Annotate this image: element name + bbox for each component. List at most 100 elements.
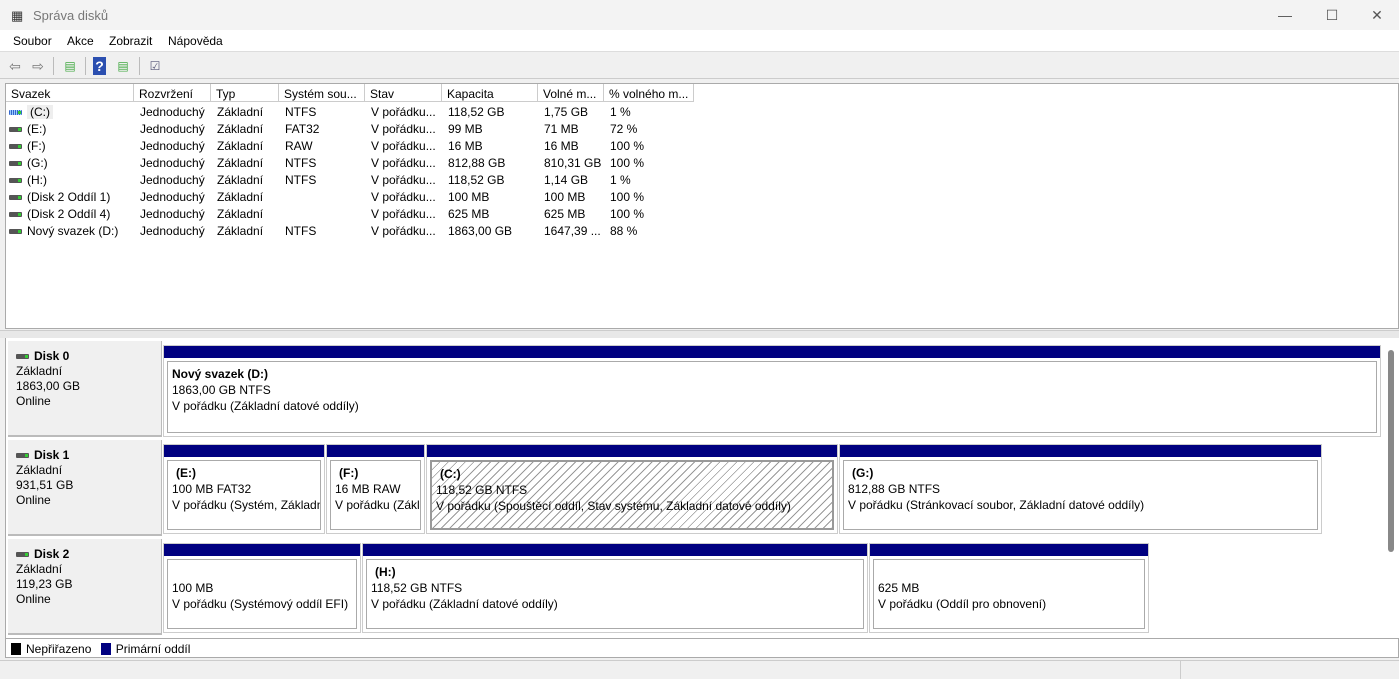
column-header[interactable]: % volného m... <box>604 84 694 102</box>
cell-text: 99 MB <box>448 122 483 136</box>
table-row[interactable]: (G:) Jednoduchý Základní NTFS V pořádku... 81… <box>6 154 706 171</box>
show-action-pane-icon[interactable]: ▤ <box>114 57 132 75</box>
cell-text: 1647,39 ... <box>544 224 601 238</box>
table-row[interactable]: (F:) Jednoduchý Základní RAW V pořádku... 16 … <box>6 137 706 154</box>
table-cell: 1863,00 GB <box>448 224 512 238</box>
toolbar-separator <box>85 57 86 75</box>
table-cell: Jednoduchý <box>140 190 205 204</box>
partition-title <box>172 564 352 580</box>
disk-size: 931,51 GB <box>16 478 74 492</box>
column-header[interactable]: Volné m... <box>538 84 604 102</box>
vertical-scrollbar[interactable] <box>1388 350 1394 552</box>
table-cell: Jednoduchý <box>140 105 205 119</box>
partition-size: 625 MB <box>878 581 920 595</box>
cell-text: NTFS <box>285 224 317 238</box>
partition[interactable]: (C:) 118,52 GB NTFS V pořádku (Spouštěcí o… <box>426 444 838 534</box>
cell-text: Jednoduchý <box>140 190 205 204</box>
cell-text: V pořádku... <box>371 224 436 238</box>
disk-volume-icon <box>9 144 22 150</box>
column-header[interactable]: Rozvržení <box>134 84 211 102</box>
back-icon[interactable]: ⇦ <box>6 57 24 75</box>
partition-type-bar <box>164 445 324 457</box>
pane-splitter[interactable] <box>0 330 1399 338</box>
table-cell: Nový svazek (D:) <box>9 224 118 238</box>
cell-text: 625 MB <box>448 207 490 221</box>
disk-icon <box>16 552 29 558</box>
table-row[interactable]: Nový svazek (D:) Jednoduchý Základní NTFS V … <box>6 222 706 239</box>
cell-text: 810,31 GB <box>544 156 602 170</box>
table-cell: V pořádku... <box>371 139 436 153</box>
menu-soubor[interactable]: Soubor <box>13 34 52 48</box>
disk-label[interactable]: Disk 1 Základní 931,51 GB Online <box>8 440 162 536</box>
cell-text: 72 % <box>610 122 638 136</box>
column-header[interactable]: Typ <box>211 84 279 102</box>
table-cell: (C:) <box>9 105 53 119</box>
cell-text: FAT32 <box>285 122 320 136</box>
table-cell: (Disk 2 Oddíl 1) <box>9 190 110 204</box>
cell-text: (Disk 2 Oddíl 4) <box>27 207 111 221</box>
table-row[interactable]: (H:) Jednoduchý Základní NTFS V pořádku... 11… <box>6 171 706 188</box>
table-cell: FAT32 <box>285 122 319 136</box>
partition[interactable]: (E:) 100 MB FAT32 V pořádku (Systém, Zákla… <box>163 444 325 534</box>
maximize-button[interactable]: ☐ <box>1309 0 1355 30</box>
minimize-button[interactable]: — <box>1262 0 1308 30</box>
partition[interactable]: (H:) 118,52 GB NTFS V pořádku (Základní da… <box>362 543 868 633</box>
menu-napoveda[interactable]: Nápověda <box>168 34 223 48</box>
cell-text: 16 MB <box>544 139 579 153</box>
disk-type: Základní <box>16 463 63 477</box>
table-row[interactable]: (Disk 2 Oddíl 4) Jednoduchý Základní V pořá… <box>6 205 706 222</box>
cell-text: 1 % <box>610 105 631 119</box>
menu-akce[interactable]: Akce <box>67 34 94 48</box>
partition[interactable]: (G:) 812,88 GB NTFS V pořádku (Stránkovací… <box>839 444 1322 534</box>
table-cell: Jednoduchý <box>140 139 205 153</box>
table-cell: 100 MB <box>448 190 489 204</box>
help-icon[interactable]: ? <box>93 57 106 75</box>
column-header[interactable]: Systém sou... <box>279 84 365 102</box>
cell-text: 1,75 GB <box>544 105 589 119</box>
partition[interactable]: 100 MB V pořádku (Systémový oddíl EFI) <box>163 543 361 633</box>
table-cell: 1 % <box>610 173 631 187</box>
table-cell: 625 MB <box>448 207 489 221</box>
partition-status: V pořádku (Stránkovací soubor, Základní … <box>848 498 1145 512</box>
volume-list[interactable]: Svazek Rozvržení Typ Systém sou... Stav Kapac… <box>5 83 1399 329</box>
disk-icon <box>16 354 29 360</box>
table-cell: 100 % <box>610 207 644 221</box>
show-hide-console-tree-icon[interactable]: ▤ <box>61 57 79 75</box>
menu-zobrazit[interactable]: Zobrazit <box>109 34 152 48</box>
column-header[interactable]: Stav <box>365 84 442 102</box>
table-cell: 1,75 GB <box>544 105 588 119</box>
partition-body: 100 MB V pořádku (Systémový oddíl EFI) <box>167 559 357 629</box>
table-row[interactable]: (C:) Jednoduchý Základní NTFS V pořádku... 11… <box>6 103 706 120</box>
legend-swatch-unallocated <box>11 643 21 655</box>
table-cell: V pořádku... <box>371 207 436 221</box>
partition-size: 100 MB FAT32 <box>172 482 252 496</box>
disk-volume-icon <box>9 229 22 235</box>
cell-text: 1863,00 GB <box>448 224 513 238</box>
cell-text: Základní <box>217 173 264 187</box>
cell-text: V pořádku... <box>371 156 436 170</box>
disk-status: Online <box>16 493 51 507</box>
cell-text: (H:) <box>27 173 47 187</box>
close-button[interactable]: ✕ <box>1354 0 1399 30</box>
partition[interactable]: (F:) 16 MB RAW V pořádku (Zákl <box>326 444 425 534</box>
column-header[interactable]: Kapacita <box>442 84 538 102</box>
disk-label[interactable]: Disk 2 Základní 119,23 GB Online <box>8 539 162 635</box>
partition[interactable]: 625 MB V pořádku (Oddíl pro obnovení) <box>869 543 1149 633</box>
disk-size: 1863,00 GB <box>16 379 81 393</box>
table-row[interactable]: (E:) Jednoduchý Základní FAT32 V pořádku... 9… <box>6 120 706 137</box>
table-cell: NTFS <box>285 173 316 187</box>
disk-volume-icon <box>9 178 22 184</box>
table-row[interactable]: (Disk 2 Oddíl 1) Jednoduchý Základní V pořá… <box>6 188 706 205</box>
table-cell: 812,88 GB <box>448 156 505 170</box>
disk-name: Disk 2 <box>34 547 70 561</box>
partition-type-bar <box>870 544 1148 556</box>
partition[interactable]: Nový svazek (D:) 1863,00 GB NTFS V pořádku… <box>163 345 1381 437</box>
table-cell: 118,52 GB <box>448 173 504 187</box>
disk-label[interactable]: Disk 0 Základní 1863,00 GB Online <box>8 341 162 437</box>
cell-text: 1,14 GB <box>544 173 589 187</box>
legend-primary: Primární oddíl <box>115 642 191 656</box>
column-header[interactable]: Svazek <box>6 84 134 102</box>
table-cell: Jednoduchý <box>140 122 205 136</box>
properties-icon[interactable]: ☑ <box>146 57 164 75</box>
forward-icon[interactable]: ⇨ <box>29 57 47 75</box>
